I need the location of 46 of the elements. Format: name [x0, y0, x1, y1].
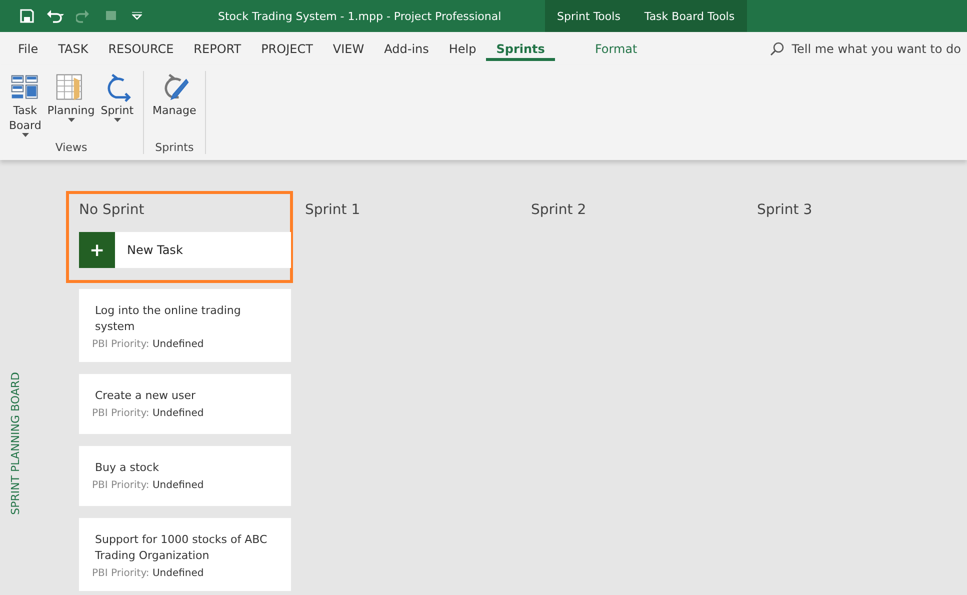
task-title: Create a new user	[95, 388, 197, 404]
ribbon-tab[interactable]: Format	[584, 36, 648, 60]
ribbon-button[interactable]: Sprint	[98, 71, 137, 141]
priority-text: PBI Priority: Undefined	[92, 339, 205, 350]
ribbon-tab[interactable]: Add-ins	[374, 36, 439, 60]
priority-text: PBI Priority: Undefined	[92, 480, 205, 491]
priority-text: PBI Priority: Undefined	[92, 568, 205, 579]
column-title: Sprint 3	[757, 202, 814, 218]
column-title: No Sprint	[79, 202, 146, 218]
save-icon[interactable]	[20, 9, 34, 23]
group-label: Sprints	[155, 141, 194, 154]
column-title: Sprint 2	[531, 202, 588, 218]
search-icon[interactable]	[770, 42, 784, 56]
column-header[interactable]: Sprint 3	[744, 191, 967, 233]
column-header[interactable]: Sprint 2	[518, 191, 745, 233]
column-header[interactable]: Sprint 1	[292, 191, 519, 233]
ribbon-tab[interactable]: RESOURCE	[98, 36, 184, 60]
task-card[interactable]: Log into the online trading system PBI Priority: Undefined	[79, 289, 291, 362]
ribbon-tab[interactable]: Sprints	[486, 36, 555, 60]
customize-caret-icon[interactable]	[132, 12, 142, 20]
task-card[interactable]: Buy a stock PBI Priority: Undefined	[79, 446, 291, 506]
tell-me-field[interactable]: Tell me what you want to do	[792, 42, 961, 56]
task-title: Support for 1000 stocks of ABC Trading Organization	[95, 532, 268, 564]
task-card[interactable]: Support for 1000 stocks of ABC Trading Organization PBI Priority: Undefined	[79, 518, 291, 591]
ribbon-tab[interactable]: Help	[438, 36, 486, 60]
ribbon-tab[interactable]: File	[8, 36, 48, 60]
ribbon-tab[interactable]: VIEW	[322, 36, 374, 60]
new-task-button[interactable]: + New Task	[79, 232, 291, 268]
ribbon-tab[interactable]: TASK	[48, 36, 98, 60]
board-title: SPRINT PLANNING BOARD	[8, 372, 22, 515]
column-title: Sprint 1	[305, 202, 362, 218]
context-tab-group: Task Board Tools	[632, 10, 747, 22]
task-title: Buy a stock	[95, 460, 160, 476]
ribbon-button[interactable]: Manage	[150, 71, 200, 141]
task-title: Log into the online trading system	[95, 303, 242, 335]
ribbon-button[interactable]: Task Board	[6, 71, 44, 141]
priority-text: PBI Priority: Undefined	[92, 408, 205, 419]
ribbon-tab[interactable]: PROJECT	[251, 36, 323, 60]
ribbon-button[interactable]: Planning	[44, 71, 98, 141]
context-tab-group: Sprint Tools	[545, 10, 632, 22]
undo-icon[interactable]	[46, 9, 64, 23]
task-card[interactable]: Create a new user PBI Priority: Undefined	[79, 374, 291, 434]
column-header[interactable]: No Sprint + New Task	[66, 191, 293, 283]
ribbon-tab[interactable]: REPORT	[184, 36, 252, 60]
group-label: Views	[55, 141, 88, 154]
window-title: Stock Trading System - 1.mpp - Project Professional	[218, 10, 502, 22]
